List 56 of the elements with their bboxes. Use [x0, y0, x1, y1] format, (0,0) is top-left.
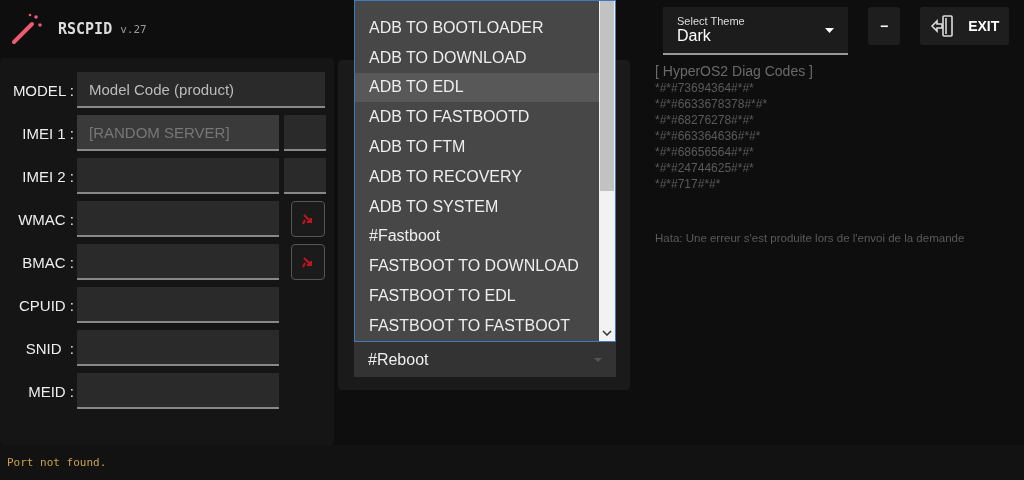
input-field[interactable] [77, 158, 279, 194]
scrollbar[interactable] [599, 1, 615, 341]
field-label: CPUID : [18, 296, 75, 314]
field-label: BMAC : [21, 253, 75, 271]
dropdown-option[interactable]: #Fastboot [355, 221, 599, 252]
diag-code: *#*#717#*#* [655, 176, 722, 192]
command-select[interactable]: #Reboot [354, 342, 616, 377]
diag-code: *#*#68656564#*#* [655, 144, 755, 160]
diag-code: *#*#68276278#*#* [655, 112, 755, 128]
field-label: MEID : [27, 382, 75, 400]
dropdown-option[interactable]: ADB TO FASTBOOTD [355, 102, 599, 133]
dropdown-option[interactable]: FASTBOOT TO FASTBOOT [355, 310, 599, 341]
diag-code: *#*#24744625#*#* [655, 160, 755, 176]
select-label: Select Theme [677, 15, 745, 27]
field-label: WMAC : [17, 210, 75, 228]
magic-wand-icon [10, 12, 44, 46]
arrows-icon [302, 256, 314, 268]
field-label: IMEI 2 : [21, 167, 75, 185]
input-field[interactable] [77, 330, 279, 366]
diag-code: *#*#73694364#*#* [655, 80, 755, 96]
arrows-icon [302, 213, 314, 225]
dropdown-option[interactable]: ADB TO DOWNLOAD [355, 42, 599, 73]
exit-button[interactable]: EXIT [920, 7, 1010, 45]
input-field[interactable] [284, 115, 326, 151]
app-title: RSCPID [58, 20, 113, 38]
app-version: v.27 [120, 22, 147, 36]
status-text: Port not found. [7, 456, 107, 469]
theme-select[interactable]: Select Theme Dark [663, 7, 848, 55]
field-label: SNID : [24, 339, 75, 357]
select-value: Dark [677, 27, 712, 45]
exit-icon [930, 14, 955, 38]
dropdown-arrow-icon [825, 27, 834, 33]
input-field[interactable] [77, 244, 279, 280]
minimize-button[interactable]: − [868, 7, 901, 45]
log-heading: [ HyperOS2 Diag Codes ] [655, 63, 814, 80]
dropdown-option[interactable]: FASTBOOT TO DOWNLOAD [355, 251, 599, 282]
dropdown-option[interactable]: ADB TO BOOTLOADER [355, 13, 599, 43]
generate-button[interactable] [291, 201, 325, 237]
input-field[interactable] [284, 158, 326, 194]
dropdown-option[interactable]: ADB TO EDL [355, 72, 599, 103]
dropdown-option[interactable]: ADB TO FTM [355, 132, 599, 162]
error-message: Hata: Une erreur s'est produite lors de l'envoi de la demande [655, 232, 966, 244]
input-field[interactable]: Model Code (product) [77, 72, 325, 108]
dropdown-option[interactable]: FASTBOOT TO EDL [355, 281, 599, 311]
input-field[interactable] [77, 373, 279, 409]
field-label: IMEI 1 : [21, 124, 75, 142]
generate-button[interactable] [291, 244, 325, 280]
diag-code: *#*#663364636#*#* [655, 128, 762, 144]
dropdown-option[interactable]: ADB TO SYSTEM [355, 191, 599, 222]
input-field[interactable] [77, 201, 279, 237]
input-field[interactable] [77, 287, 279, 323]
scroll-down-icon [602, 330, 612, 336]
dropdown-arrow-icon [594, 357, 602, 362]
dropdown-option[interactable]: ADB TO RECOVERY [355, 162, 599, 192]
field-label: MODEL : [11, 81, 75, 99]
diag-code: *#*#6633678378#*#* [655, 96, 769, 112]
